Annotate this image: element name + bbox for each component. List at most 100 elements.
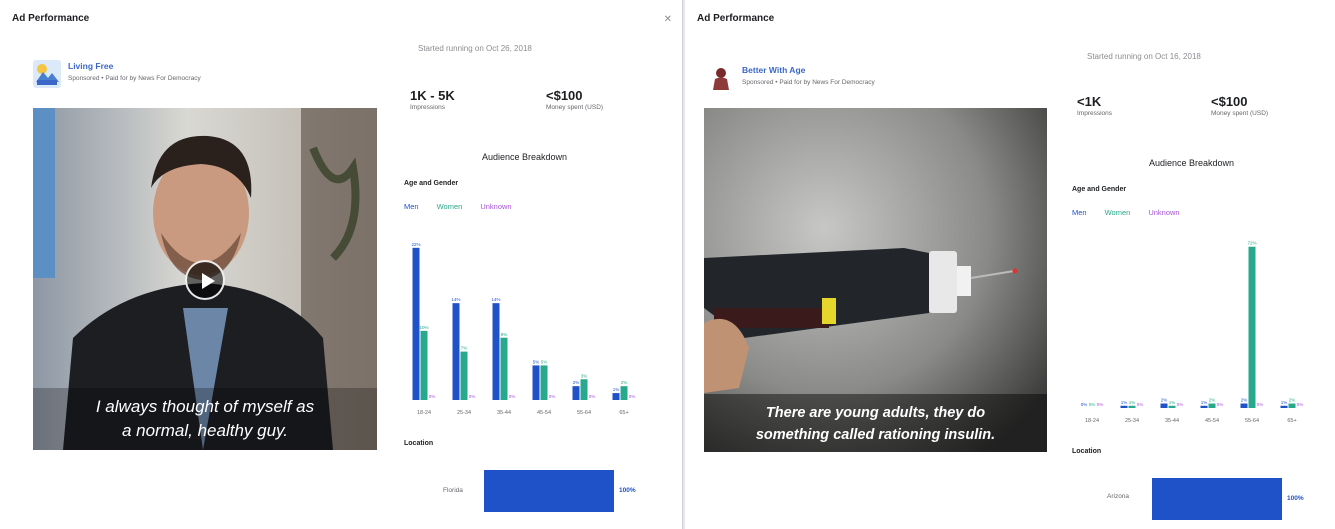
location-label: Arizona: [1107, 493, 1130, 500]
data-label-women-18-24: 0%: [1089, 402, 1096, 407]
spend-label: Money spent (USD): [1211, 110, 1269, 117]
bar-women-55-64: [580, 379, 588, 400]
data-label-women-18-24: 10%: [419, 325, 428, 330]
data-label-unknown-35-44: 0%: [1177, 402, 1184, 407]
caption-line-2: something called rationing insulin.: [755, 427, 996, 443]
age-gender-chart: 22%10%0%18-2414%7%0%25-3414%9%0%35-445% 5…: [411, 242, 636, 416]
audience-breakdown-title: Audience Breakdown: [1149, 158, 1235, 168]
data-label-unknown-18-24: 0%: [429, 394, 436, 399]
data-label-women-65+: 2%: [1289, 398, 1296, 403]
legend-men[interactable]: Men: [404, 202, 419, 211]
bar-men-35-44: [492, 303, 500, 400]
data-label-women-45-54: 5%: [541, 359, 548, 364]
data-label-unknown-25-34: 0%: [469, 394, 476, 399]
impressions-label: Impressions: [410, 104, 446, 111]
tick-label-18-24: 18-24: [417, 410, 431, 416]
bar-men-55-64: [572, 386, 580, 400]
bar-women-25-34: [1128, 405, 1136, 408]
caption-line-1: There are young adults, they do: [765, 405, 986, 421]
ad-panel-left: Ad Performance ✕ Started running on Oct …: [0, 0, 683, 529]
location-label: Florida: [443, 487, 463, 494]
spend-stat: <$100 Money spent (USD): [546, 88, 603, 111]
data-label-women-25-34: 1%: [1129, 400, 1136, 405]
data-label-unknown-45-54: 0%: [1217, 402, 1224, 407]
data-label-men-18-24: 0%: [1081, 402, 1088, 407]
age-gender-title: Age and Gender: [404, 180, 459, 187]
tick-label-25-34: 25-34: [457, 410, 471, 416]
tick-label-55-64: 55-64: [1245, 418, 1259, 424]
bar-men-35-44: [1160, 403, 1168, 408]
spend-stat: <$100 Money spent (USD): [1211, 94, 1268, 117]
age-gender-chart: 0% 0% 0%18-241% 1% 0%25-342% 1% 0%35-441% 2%0%4…: [1081, 241, 1304, 424]
location-title: Location: [404, 440, 434, 447]
ad-panel-right: Ad Performance Started running on Oct 16…: [685, 0, 1335, 529]
spend-label: Money spent (USD): [546, 104, 604, 111]
bar-women-35-44: [1168, 405, 1176, 408]
location-title: Location: [1072, 448, 1102, 455]
tick-label-65+: 65+: [619, 410, 628, 416]
caption-line-2: a normal, healthy guy.: [122, 421, 288, 440]
data-label-men-25-34: 1%: [1121, 400, 1128, 405]
sponsored-text: Sponsored • Paid for by News For Democra…: [68, 75, 201, 82]
ad-video[interactable]: There are young adults, they do somethin…: [704, 108, 1047, 452]
bar-women-35-44: [500, 337, 508, 400]
play-button-icon[interactable]: [185, 260, 225, 300]
legend-women[interactable]: Women: [437, 202, 463, 211]
video-caption: I always thought of myself as a normal, …: [33, 395, 377, 443]
bar-women-65+: [1288, 403, 1296, 408]
legend-unknown[interactable]: Unknown: [480, 202, 511, 211]
impressions-stat: 1K - 5K Impressions: [410, 88, 455, 111]
chart-legend: Men Women Unknown: [1072, 208, 1180, 217]
video-caption: There are young adults, they do somethin…: [704, 402, 1047, 446]
bar-men-65+: [612, 393, 620, 400]
impressions-label: Impressions: [1077, 110, 1113, 117]
bar-men-18-24: [412, 247, 420, 400]
legend-unknown[interactable]: Unknown: [1148, 208, 1179, 217]
tick-label-18-24: 18-24: [1085, 418, 1099, 424]
location-bar: [484, 470, 614, 512]
data-label-unknown-65+: 0%: [629, 394, 636, 399]
chart-legend: Men Women Unknown: [404, 202, 512, 211]
data-label-women-65+: 2%: [621, 380, 628, 385]
tick-label-45-54: 45-54: [1205, 418, 1219, 424]
data-label-men-45-54: 5%: [533, 359, 540, 364]
location-percent: 100%: [1287, 495, 1304, 502]
started-running-text: Started running on Oct 16, 2018: [1087, 52, 1201, 61]
age-gender-title: Age and Gender: [1072, 186, 1127, 193]
tick-label-35-44: 35-44: [1165, 418, 1179, 424]
bar-women-65+: [620, 386, 628, 400]
data-label-men-55-64: 2%: [573, 380, 580, 385]
bar-women-25-34: [460, 351, 468, 400]
bar-women-45-54: [1208, 403, 1216, 408]
legend-women[interactable]: Women: [1105, 208, 1131, 217]
ad-page-header: Better With Age Sponsored • Paid for by …: [707, 64, 875, 92]
ad-page-header: Living Free Sponsored • Paid for by News…: [33, 60, 201, 88]
bar-men-65+: [1280, 405, 1288, 408]
video-frame-image: [704, 108, 1047, 452]
data-label-unknown-18-24: 0%: [1097, 402, 1104, 407]
legend-men[interactable]: Men: [1072, 208, 1087, 217]
audience-breakdown-title: Audience Breakdown: [482, 152, 568, 162]
bar-men-45-54: [532, 365, 540, 400]
page-name-link[interactable]: Better With Age: [742, 65, 875, 75]
bar-men-25-34: [452, 303, 460, 400]
data-label-women-35-44: 1%: [1169, 400, 1176, 405]
data-label-men-65+: 1%: [1281, 400, 1288, 405]
ad-video[interactable]: I always thought of myself as a normal, …: [33, 108, 377, 450]
tick-label-45-54: 45-54: [537, 410, 551, 416]
data-label-unknown-25-34: 0%: [1137, 402, 1144, 407]
tick-label-25-34: 25-34: [1125, 418, 1139, 424]
page-name-link[interactable]: Living Free: [68, 61, 201, 71]
data-label-unknown-45-54: 0%: [549, 394, 556, 399]
page-logo-icon: [33, 60, 61, 88]
sponsored-text: Sponsored • Paid for by News For Democra…: [742, 79, 875, 86]
spend-value: <$100: [1211, 94, 1248, 109]
started-running-text: Started running on Oct 26, 2018: [418, 44, 532, 53]
data-label-unknown-55-64: 0%: [589, 394, 596, 399]
data-label-men-18-24: 22%: [411, 242, 420, 247]
tick-label-55-64: 55-64: [577, 410, 591, 416]
panel-title: Ad Performance: [697, 13, 775, 24]
bar-men-55-64: [1240, 403, 1248, 408]
data-label-unknown-55-64: 0%: [1257, 402, 1264, 407]
close-icon[interactable]: ✕: [664, 14, 672, 25]
